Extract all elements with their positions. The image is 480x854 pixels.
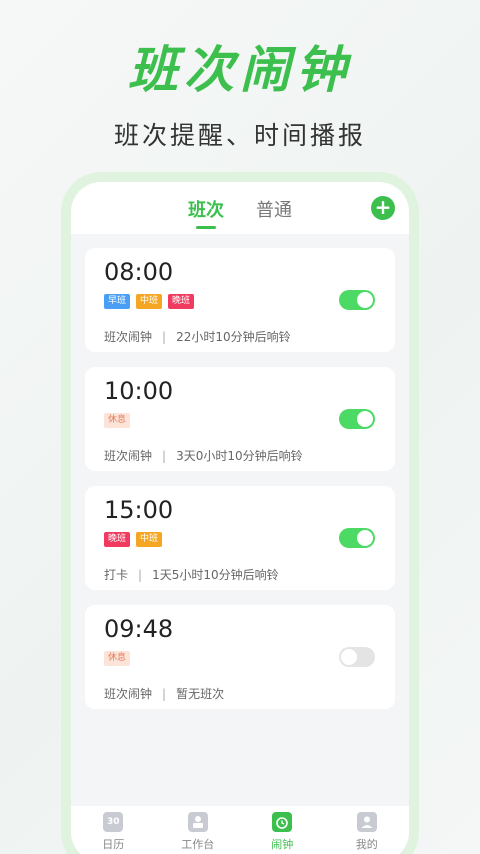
alarm-toggle[interactable] <box>339 647 375 667</box>
top-tab-bar: 班次 普通 + <box>71 182 409 234</box>
toggle-knob <box>341 649 357 665</box>
tab-normal[interactable]: 普通 <box>256 196 292 222</box>
profile-icon <box>356 812 377 832</box>
alarm-time: 15:00 <box>104 496 174 524</box>
shift-tags: 早班 中班 晚班 <box>104 294 195 309</box>
alarm-countdown: 暂无班次 <box>176 687 225 701</box>
alarm-card[interactable]: 15:00 晚班 中班 打卡 | 1天5小时10分钟后响铃 <box>85 486 395 590</box>
alarm-type: 班次闹钟 <box>104 449 153 463</box>
alarm-time: 08:00 <box>104 258 174 286</box>
alarm-info: 班次闹钟 | 暂无班次 <box>104 685 224 702</box>
nav-label: 我的 <box>355 838 378 851</box>
nav-item-workbench[interactable]: 工作台 <box>168 806 228 854</box>
shift-tag: 中班 <box>136 532 163 547</box>
tab-shift[interactable]: 班次 <box>188 196 224 222</box>
alarm-countdown: 22小时10分钟后响铃 <box>176 330 291 344</box>
shift-tag: 早班 <box>104 294 131 309</box>
toggle-knob <box>357 530 373 546</box>
shift-tag: 晚班 <box>168 294 195 309</box>
alarm-card[interactable]: 09:48 休息 班次闹钟 | 暂无班次 <box>85 605 395 709</box>
nav-label: 工作台 <box>181 838 215 851</box>
alarm-toggle[interactable] <box>339 528 375 548</box>
active-tab-indicator <box>196 226 216 229</box>
alarm-type: 班次闹钟 <box>104 330 153 344</box>
alarm-info: 打卡 | 1天5小时10分钟后响铃 <box>104 566 279 583</box>
separator: | <box>162 449 167 463</box>
separator: | <box>138 568 143 582</box>
nav-label: 日历 <box>102 838 125 851</box>
alarm-info: 班次闹钟 | 22小时10分钟后响铃 <box>104 328 291 345</box>
toggle-knob <box>357 411 373 427</box>
alarm-toggle[interactable] <box>339 290 375 310</box>
shift-tag: 休息 <box>104 651 131 666</box>
phone-frame: 班次 普通 + 08:00 早班 中班 晚班 班次闹钟 | 22小时10分钟后响铃 … <box>61 172 419 854</box>
calendar-icon: 30 <box>103 812 124 832</box>
shift-tags: 休息 <box>104 651 131 666</box>
nav-item-alarm[interactable]: 闹钟 <box>252 806 312 854</box>
shift-tag: 中班 <box>136 294 163 309</box>
nav-item-calendar[interactable]: 30 日历 <box>83 806 143 854</box>
toggle-knob <box>357 292 373 308</box>
nav-item-mine[interactable]: 我的 <box>337 806 397 854</box>
alarm-countdown: 3天0小时10分钟后响铃 <box>176 449 303 463</box>
shift-tag: 晚班 <box>104 532 131 547</box>
alarm-clock-icon <box>272 812 293 832</box>
alarm-time: 10:00 <box>104 377 174 405</box>
shift-tags: 晚班 中班 <box>104 532 163 547</box>
hero-subtitle: 班次提醒、时间播报 <box>113 121 366 150</box>
alarm-countdown: 1天5小时10分钟后响铃 <box>152 568 279 582</box>
app-screen: 班次 普通 + 08:00 早班 中班 晚班 班次闹钟 | 22小时10分钟后响铃 … <box>71 182 409 854</box>
bottom-navigation: 30 日历 工作台 闹钟 我的 <box>71 806 409 854</box>
shift-tags: 休息 <box>104 413 131 428</box>
separator: | <box>162 330 167 344</box>
alarm-card[interactable]: 08:00 早班 中班 晚班 班次闹钟 | 22小时10分钟后响铃 <box>85 248 395 352</box>
nav-label: 闹钟 <box>271 838 294 851</box>
add-alarm-button[interactable]: + <box>371 196 395 220</box>
alarm-type: 打卡 <box>104 568 129 582</box>
alarm-card[interactable]: 10:00 休息 班次闹钟 | 3天0小时10分钟后响铃 <box>85 367 395 471</box>
alarm-toggle[interactable] <box>339 409 375 429</box>
alarm-type: 班次闹钟 <box>104 687 153 701</box>
workbench-icon <box>187 812 208 832</box>
alarm-info: 班次闹钟 | 3天0小时10分钟后响铃 <box>104 447 303 464</box>
shift-tag: 休息 <box>104 413 131 428</box>
alarm-time: 09:48 <box>104 615 174 643</box>
separator: | <box>162 687 167 701</box>
hero-title: 班次闹钟 <box>128 41 352 99</box>
